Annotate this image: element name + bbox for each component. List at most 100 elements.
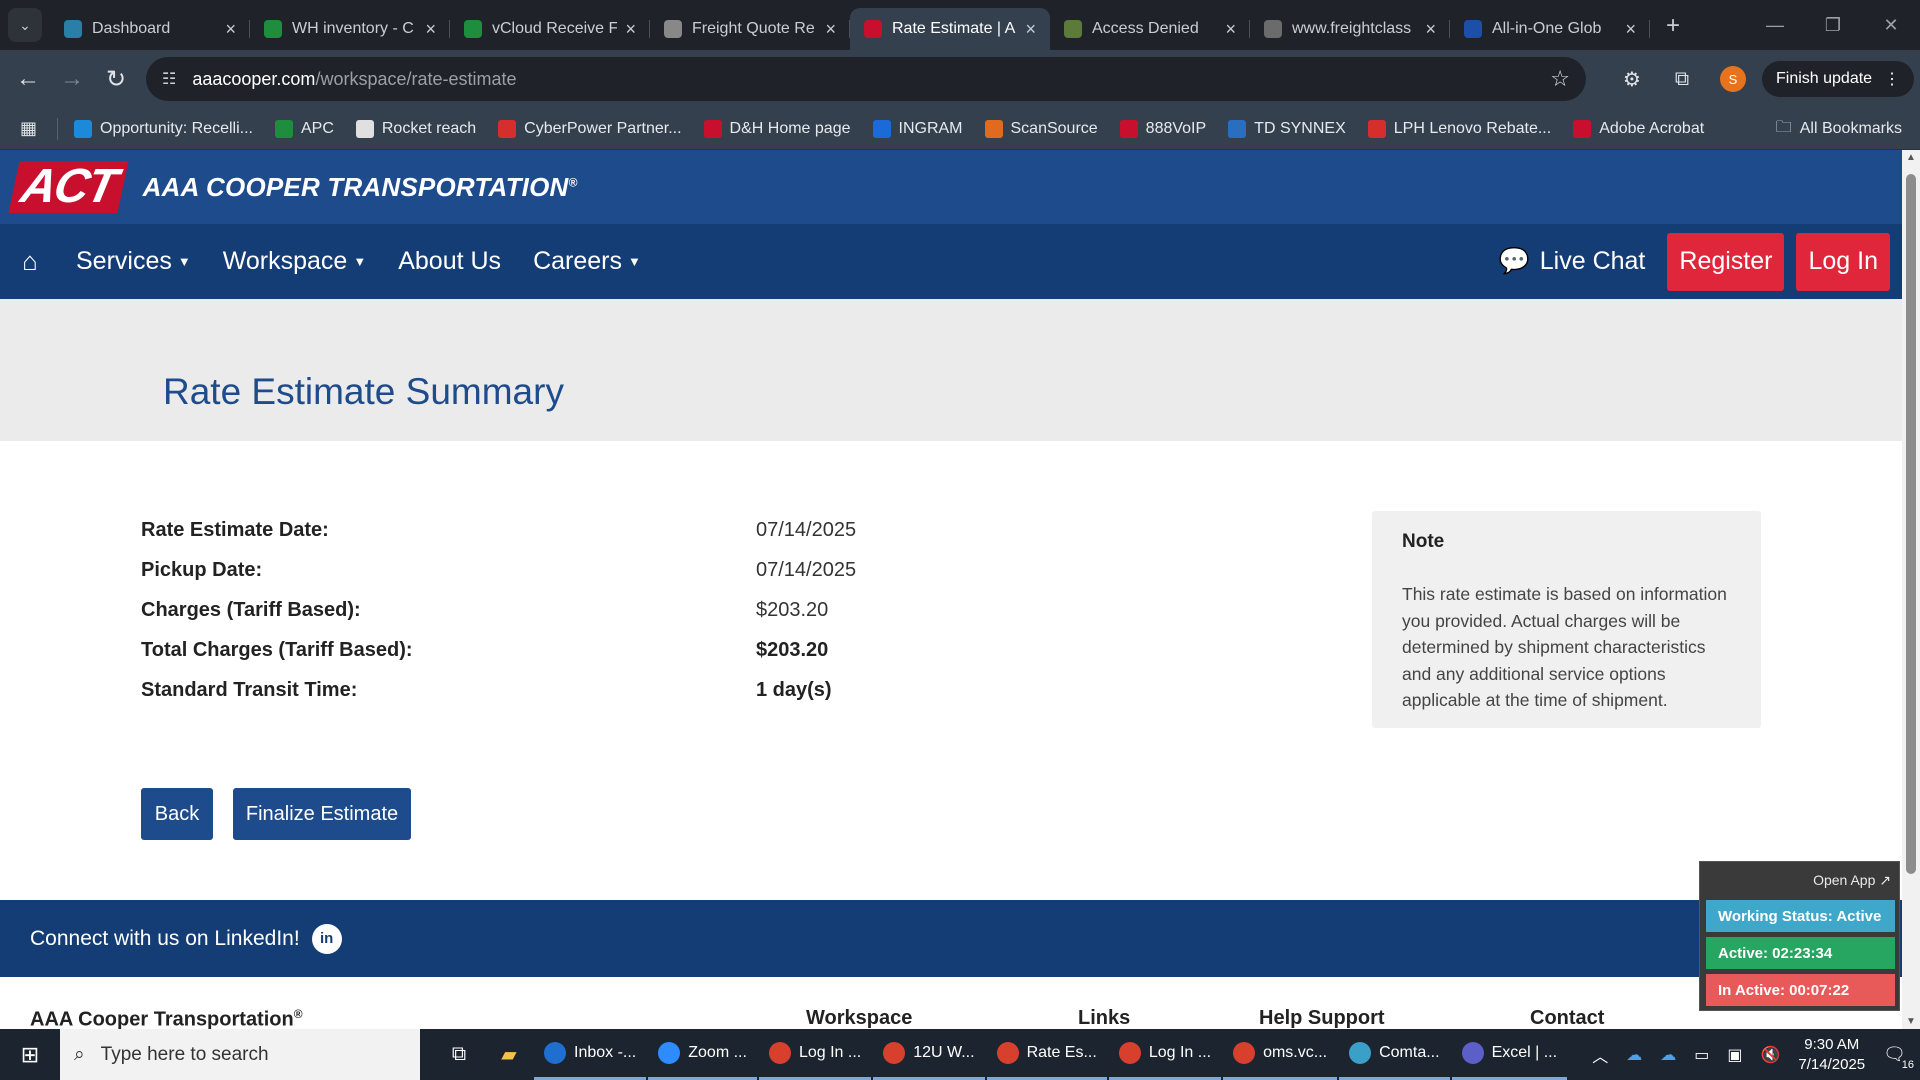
back-button[interactable]: Back xyxy=(141,788,213,840)
bookmark-item[interactable]: APC xyxy=(274,119,334,138)
login-button[interactable]: Log In xyxy=(1796,232,1890,291)
extensions-puzzle-icon[interactable]: ⧉ xyxy=(1660,57,1704,101)
bookmark-item[interactable]: 888VoIP xyxy=(1119,119,1206,138)
home-icon[interactable]: ⌂ xyxy=(0,246,60,277)
browser-toolbar: ← → ↻ ☷ aaacooper.com/workspace/rate-est… xyxy=(0,50,1920,108)
close-tab-icon[interactable]: × xyxy=(1425,19,1436,40)
close-tab-icon[interactable]: × xyxy=(425,19,436,40)
all-bookmarks-button[interactable]: 🗀 All Bookmarks xyxy=(1776,108,1902,150)
chrome-icon xyxy=(883,1042,906,1064)
vpn-extension-icon[interactable]: ⚙ xyxy=(1610,57,1654,101)
forward-arrow-icon[interactable]: → xyxy=(50,57,94,101)
bookmark-item[interactable]: LPH Lenovo Rebate... xyxy=(1367,119,1551,138)
browser-tab[interactable]: Dashboard × xyxy=(50,8,250,50)
close-tab-icon[interactable]: × xyxy=(1025,19,1036,40)
bookmark-item[interactable]: Rocket reach xyxy=(355,119,477,138)
browser-tab[interactable]: www.freightclass × xyxy=(1250,8,1450,50)
page-scrollbar[interactable]: ▲ ▼ xyxy=(1902,150,1920,1029)
live-chat-link[interactable]: 💬 Live Chat xyxy=(1499,247,1646,276)
close-tab-icon[interactable]: × xyxy=(1625,19,1636,40)
bookmark-item[interactable]: ScanSource xyxy=(984,119,1098,138)
globe-favicon xyxy=(664,20,682,38)
scroll-up-icon[interactable]: ▲ xyxy=(1902,152,1920,163)
minimize-icon[interactable]: — xyxy=(1746,0,1804,50)
close-tab-icon[interactable]: × xyxy=(625,19,636,40)
close-window-icon[interactable]: ✕ xyxy=(1862,0,1920,50)
bookmark-item[interactable]: CyberPower Partner... xyxy=(498,119,682,138)
tray-chevron-icon[interactable]: ︿ xyxy=(1592,1043,1608,1067)
nav-item-services[interactable]: Services ▼ xyxy=(76,247,191,276)
browser-tab[interactable]: Access Denied × xyxy=(1050,8,1250,50)
browser-tab[interactable]: vCloud Receive F × xyxy=(450,8,650,50)
onedrive-icon[interactable]: ☁ xyxy=(1626,1045,1642,1065)
note-text: This rate estimate is based on informati… xyxy=(1402,584,1727,710)
taskbar-search[interactable]: ⌕ Type here to search xyxy=(60,1029,420,1080)
nav-item-careers[interactable]: Careers ▼ xyxy=(533,247,641,276)
taskbar-clock[interactable]: 9:30 AM 7/14/2025 xyxy=(1798,1035,1865,1075)
taskbar-app[interactable]: Log In ... xyxy=(758,1029,872,1080)
footer-company: AAA Cooper Transportation® xyxy=(30,1007,303,1032)
aaa-cooper-logo[interactable]: ACT xyxy=(8,160,129,213)
linkedin-icon[interactable]: in xyxy=(311,923,342,954)
taskbar-app[interactable]: Excel | ... xyxy=(1451,1029,1568,1080)
bookmark-label: Rocket reach xyxy=(381,119,477,137)
taskbar-app[interactable]: Zoom ... xyxy=(648,1029,757,1080)
address-bar[interactable]: ☷ aaacooper.com/workspace/rate-estimate … xyxy=(146,57,1586,101)
bookmark-item[interactable]: TD SYNNEX xyxy=(1228,119,1346,138)
new-tab-button[interactable]: + xyxy=(1666,12,1680,40)
scrollbar-thumb[interactable] xyxy=(1906,174,1916,874)
profile-avatar[interactable]: S xyxy=(1720,66,1746,92)
url-path: /workspace/rate-estimate xyxy=(315,68,517,89)
notification-icon[interactable]: 🗨 16 xyxy=(1883,1044,1914,1071)
close-tab-icon[interactable]: × xyxy=(1225,19,1236,40)
bookmark-item[interactable]: D&H Home page xyxy=(703,119,851,138)
apps-grid-icon[interactable]: ▦ xyxy=(20,118,37,139)
taskbar-app[interactable]: Inbox -... xyxy=(534,1029,647,1080)
back-arrow-icon[interactable]: ← xyxy=(6,57,50,101)
maximize-icon[interactable]: ❐ xyxy=(1804,0,1862,50)
seventeen-track-favicon xyxy=(1464,20,1482,38)
more-menu-icon[interactable]: ⋮ xyxy=(1884,69,1900,89)
tab-search-button[interactable]: ⌄ xyxy=(8,8,42,42)
browser-tab[interactable]: WH inventory - C × xyxy=(250,8,450,50)
taskbar-app[interactable]: Comta... xyxy=(1339,1029,1450,1080)
nav-item-workspace[interactable]: Workspace ▼ xyxy=(223,247,366,276)
taskbar-app[interactable]: Log In ... xyxy=(1108,1029,1222,1080)
bookmark-item[interactable]: INGRAM xyxy=(872,119,963,138)
page-title-banner: Rate Estimate Summary xyxy=(0,299,1902,441)
tab-list: Dashboard × WH inventory - C × vCloud Receiv… xyxy=(50,8,1650,50)
scroll-down-icon[interactable]: ▼ xyxy=(1902,1016,1920,1027)
clock-time: 9:30 AM xyxy=(1804,1035,1860,1053)
footer-col-help-support: Help Support xyxy=(1259,1007,1385,1029)
browser-tab[interactable]: All-in-One Glob × xyxy=(1450,8,1650,50)
site-info-icon[interactable]: ☷ xyxy=(162,69,176,89)
close-tab-icon[interactable]: × xyxy=(825,19,836,40)
nav-item-about-us[interactable]: About Us xyxy=(398,247,501,276)
browser-tab[interactable]: Rate Estimate | A × xyxy=(850,8,1050,50)
network-icon[interactable]: ▣ xyxy=(1727,1045,1742,1065)
window-controls: — ❐ ✕ xyxy=(1746,0,1920,50)
finalize-estimate-button[interactable]: Finalize Estimate xyxy=(233,788,411,840)
onedrive-business-icon[interactable]: ☁ xyxy=(1660,1045,1676,1065)
browser-tab[interactable]: Freight Quote Re × xyxy=(650,8,850,50)
windows-start-icon[interactable]: ⊞ xyxy=(0,1029,60,1080)
register-button[interactable]: Register xyxy=(1667,232,1785,291)
bookmark-star-icon[interactable]: ☆ xyxy=(1550,66,1570,92)
file-explorer-icon[interactable]: ▰ xyxy=(484,1029,534,1080)
summary-value: 07/14/2025 xyxy=(756,518,857,541)
working-status-badge: Working Status: Active xyxy=(1706,900,1895,932)
taskbar-app[interactable]: Rate Es... xyxy=(986,1029,1107,1080)
battery-icon[interactable]: ▭ xyxy=(1694,1045,1709,1065)
footer-company-name: AAA Cooper Transportation xyxy=(30,1008,294,1031)
finish-update-button[interactable]: Finish update ⋮ xyxy=(1762,61,1915,97)
reload-icon[interactable]: ↻ xyxy=(94,57,138,101)
bookmark-item[interactable]: Opportunity: Recelli... xyxy=(74,119,253,138)
task-view-icon[interactable]: ⧉ xyxy=(434,1029,484,1080)
close-tab-icon[interactable]: × xyxy=(225,19,236,40)
bookmark-item[interactable]: Adobe Acrobat xyxy=(1573,119,1704,138)
taskbar-app[interactable]: 12U W... xyxy=(873,1029,985,1080)
summary-row: Total Charges (Tariff Based): $203.20 xyxy=(141,630,856,670)
taskbar-app[interactable]: oms.vc... xyxy=(1223,1029,1338,1080)
open-app-link[interactable]: Open App ↗ xyxy=(1813,872,1891,889)
volume-muted-icon[interactable]: 🔇 xyxy=(1760,1045,1780,1065)
